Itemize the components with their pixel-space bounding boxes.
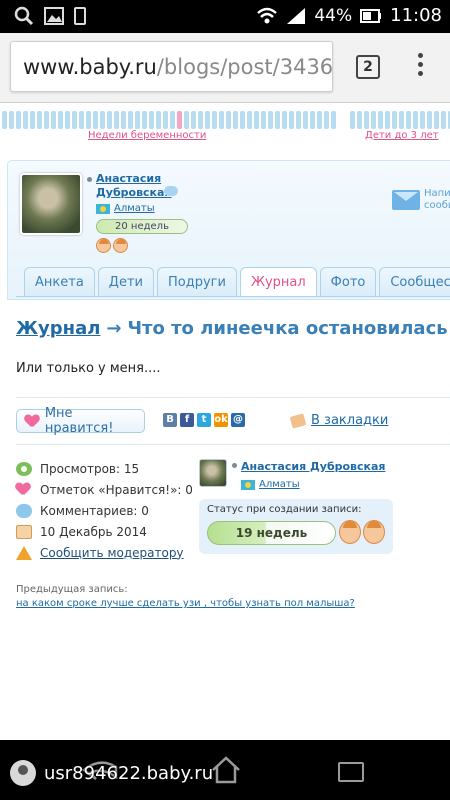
- arrow-icon: →: [106, 318, 122, 339]
- journal-link[interactable]: Журнал: [16, 318, 100, 339]
- divider: [16, 397, 450, 398]
- eye-icon: [16, 461, 32, 476]
- bookmark-label: В закладки: [311, 413, 389, 428]
- facebook-icon[interactable]: f: [180, 413, 194, 427]
- author-avatar[interactable]: [199, 459, 227, 487]
- post-title: Журнал → Что то линеечка остановилась: [16, 318, 450, 339]
- online-status-icon: [232, 463, 237, 468]
- status-label: Статус при создании записи:: [207, 504, 362, 515]
- tab-kids[interactable]: Дети: [97, 267, 154, 297]
- heart-icon: [25, 415, 39, 427]
- recent-apps-icon[interactable]: [338, 762, 364, 782]
- tab-communities[interactable]: Сообщества: [379, 267, 450, 297]
- battery-percent: 44%: [314, 5, 353, 26]
- status-progress-bar: 19 недель: [207, 521, 336, 545]
- likes-stat: Отметок «Нравится!»: 0: [16, 479, 196, 500]
- calendar-icon: [16, 524, 32, 539]
- toast-notification: usr894622.baby.ru: [10, 760, 213, 786]
- mail-ru-icon[interactable]: @: [231, 413, 245, 427]
- vk-icon[interactable]: B: [163, 413, 177, 427]
- wifi-icon: [257, 7, 278, 23]
- profile-tabs: Анкета Дети Подруги Журнал Фото Сообщест…: [24, 267, 450, 297]
- post-title-text: Что то линеечка остановилась: [127, 318, 448, 339]
- tab-friends[interactable]: Подруги: [156, 267, 237, 297]
- previous-post-link[interactable]: на каком сроке лучше сделать узи , чтобы…: [16, 598, 355, 609]
- heart-icon: [16, 483, 32, 497]
- url-path: /blogs/post/34360: [156, 55, 333, 79]
- tabs-button[interactable]: 2: [356, 55, 380, 79]
- comment-icon: [16, 503, 32, 518]
- warning-icon: [16, 545, 32, 560]
- pregnancy-progress-bar: 20 недель: [96, 219, 188, 234]
- author-city[interactable]: Алматы: [241, 479, 300, 490]
- avatar[interactable]: [20, 173, 82, 235]
- views-stat: Просмотров: 15: [16, 458, 196, 479]
- online-status-icon: [87, 177, 92, 182]
- bookmark-icon: [289, 412, 307, 429]
- image-icon: [44, 7, 64, 25]
- date-stat: 10 Декабрь 2014: [16, 521, 196, 542]
- chat-bubble-icon[interactable]: [164, 186, 178, 196]
- battery-icon: [360, 8, 382, 23]
- phone-icon: [74, 7, 86, 25]
- previous-post-label: Предыдущая запись:: [16, 584, 128, 595]
- tabs-divider: [16, 296, 450, 297]
- search-icon: [14, 6, 34, 26]
- profile-city[interactable]: Алматы: [96, 203, 155, 214]
- status-bar: 44% 11:08: [0, 0, 450, 33]
- clock: 11:08: [390, 5, 442, 26]
- pregnancy-weeks-link[interactable]: Недели беременности: [88, 130, 206, 141]
- tab-photo[interactable]: Фото: [319, 267, 377, 297]
- bookmark-button[interactable]: В закладки: [289, 412, 389, 429]
- signal-icon: [287, 7, 306, 24]
- home-icon[interactable]: [210, 755, 242, 785]
- address-bar[interactable]: www.baby.ru/blogs/post/34360: [10, 41, 333, 92]
- kids-link[interactable]: Дети до 3 лет: [365, 130, 439, 141]
- post-stats: Просмотров: 15 Отметок «Нравится!»: 0 Ко…: [16, 458, 196, 563]
- url-domain: www.baby.ru: [23, 55, 157, 79]
- tab-anketa[interactable]: Анкета: [24, 267, 95, 297]
- kazakhstan-flag-icon: [96, 203, 110, 214]
- toast-text: usr894622.baby.ru: [44, 762, 214, 784]
- author-name-link[interactable]: Анастасия Дубровская: [241, 460, 386, 473]
- overflow-menu-icon[interactable]: [418, 53, 424, 80]
- divider: [16, 444, 450, 445]
- report-link[interactable]: Сообщить модератору: [16, 542, 196, 563]
- twins-icon: [339, 520, 385, 544]
- social-share-icons: B f t ok @: [163, 413, 245, 427]
- user-icon: [10, 760, 36, 786]
- send-message-link[interactable]: Напи… сообщ…: [424, 188, 450, 212]
- profile-name-link[interactable]: Анастасия Дубровская: [96, 172, 176, 200]
- tab-journal[interactable]: Журнал: [239, 267, 317, 297]
- twitter-icon[interactable]: t: [197, 413, 211, 427]
- post-body: Или только у меня....: [16, 361, 161, 376]
- like-button[interactable]: Мне нравится!: [16, 406, 145, 436]
- comments-stat: Комментариев: 0: [16, 500, 196, 521]
- pregnancy-week-strip[interactable]: [0, 111, 450, 129]
- mail-icon[interactable]: [392, 190, 420, 210]
- kazakhstan-flag-icon: [241, 479, 255, 490]
- browser-toolbar: www.baby.ru/blogs/post/34360 2: [0, 33, 450, 103]
- like-label: Мне нравится!: [44, 406, 114, 436]
- twins-icon: [96, 238, 128, 253]
- odnoklassniki-icon[interactable]: ok: [214, 413, 228, 427]
- screen: 44% 11:08 www.baby.ru/blogs/post/34360 2…: [0, 0, 450, 800]
